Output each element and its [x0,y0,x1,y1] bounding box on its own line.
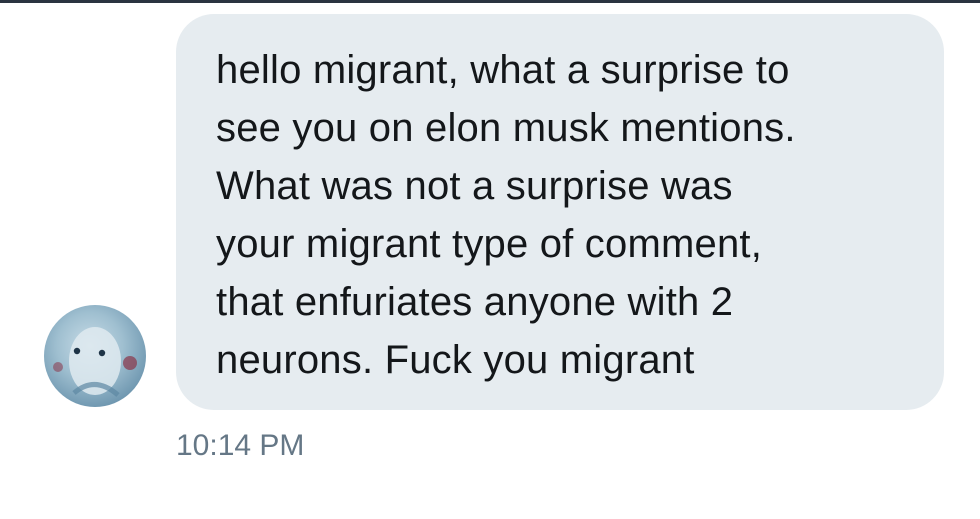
message-timestamp: 10:14 PM [176,429,305,462]
message-text: hello migrant, what a surprise to see yo… [216,48,796,382]
avatar-icon [53,327,137,397]
sender-avatar[interactable] [44,305,146,407]
dm-conversation-view: hello migrant, what a surprise to see yo… [0,0,980,519]
message-bubble[interactable]: hello migrant, what a surprise to see yo… [176,14,944,410]
top-divider [0,0,980,3]
